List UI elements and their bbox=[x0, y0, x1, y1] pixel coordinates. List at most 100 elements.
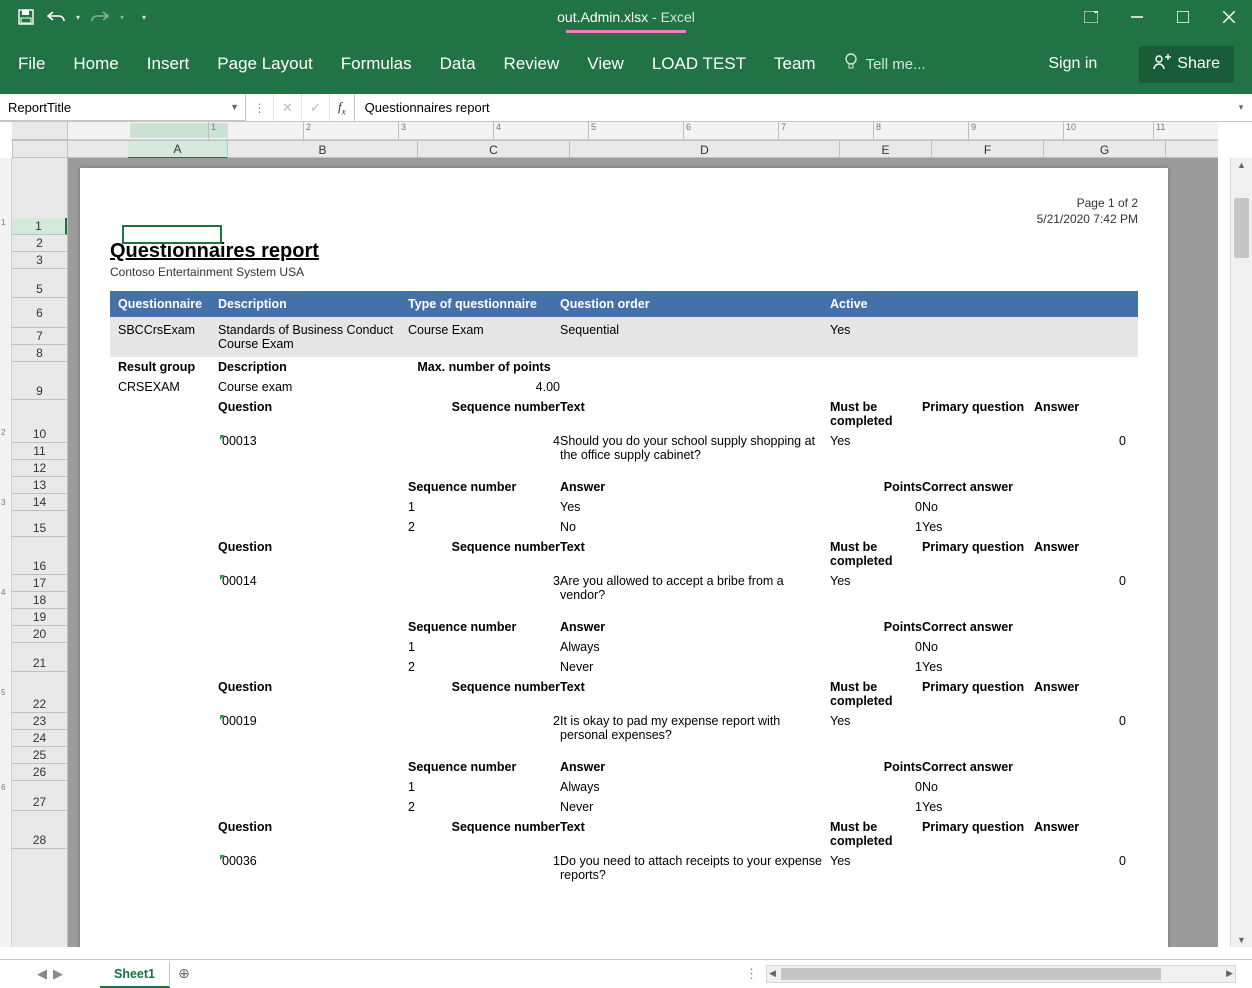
row-header-24[interactable]: 24 bbox=[12, 730, 67, 747]
horizontal-scrollbar[interactable]: ◀ ▶ bbox=[766, 965, 1236, 983]
scroll-down-icon[interactable]: ▼ bbox=[1231, 935, 1252, 945]
row-header-13[interactable]: 13 bbox=[12, 477, 67, 494]
sign-in-link[interactable]: Sign in bbox=[1048, 55, 1097, 73]
add-sheet-icon[interactable]: ⊕ bbox=[170, 965, 198, 982]
fx-icon[interactable]: fx bbox=[330, 99, 354, 117]
row-header-22[interactable]: 22 bbox=[12, 696, 67, 713]
row-header-21[interactable]: 21 bbox=[12, 655, 67, 672]
minimize-icon[interactable] bbox=[1114, 0, 1160, 34]
question-row: 000143Are you allowed to accept a bribe … bbox=[110, 571, 1138, 605]
row-header-15[interactable]: 15 bbox=[12, 520, 67, 537]
enter-formula-icon[interactable]: ✓ bbox=[302, 94, 330, 121]
report-title[interactable]: Questionnaires report bbox=[110, 240, 1138, 263]
tab-data[interactable]: Data bbox=[440, 34, 476, 94]
undo-dropdown-icon[interactable]: ▾ bbox=[76, 13, 80, 22]
redo-dropdown-icon[interactable]: ▾ bbox=[120, 13, 124, 22]
tab-view[interactable]: View bbox=[587, 34, 624, 94]
scroll-left-icon[interactable]: ◀ bbox=[769, 968, 776, 979]
tab-load-test[interactable]: LOAD TEST bbox=[652, 34, 746, 94]
row-header-7[interactable]: 7 bbox=[12, 328, 67, 345]
sheet-tab-1[interactable]: Sheet1 bbox=[100, 960, 170, 988]
row-header-10[interactable]: 10 bbox=[12, 426, 67, 443]
row-header-16[interactable]: 16 bbox=[12, 558, 67, 575]
tab-insert[interactable]: Insert bbox=[147, 34, 190, 94]
row-header-9[interactable]: 9 bbox=[12, 383, 67, 400]
row-header-26[interactable]: 26 bbox=[12, 764, 67, 781]
select-all-corner[interactable] bbox=[12, 140, 68, 158]
col-header-B[interactable]: B bbox=[228, 141, 418, 159]
sheet-area[interactable]: Page 1 of 2 5/21/2020 7:42 PM Questionna… bbox=[68, 158, 1218, 947]
window-controls bbox=[1068, 0, 1252, 34]
tab-nav-arrows[interactable]: ◀ ▶ bbox=[0, 966, 100, 982]
tab-page-layout[interactable]: Page Layout bbox=[217, 34, 312, 94]
ruler-tick: 10 bbox=[1063, 122, 1076, 139]
tab-file[interactable]: File bbox=[18, 34, 45, 94]
maximize-icon[interactable] bbox=[1160, 0, 1206, 34]
ruler-v-tick: 4 bbox=[1, 588, 5, 597]
scrollbar-thumb[interactable] bbox=[1234, 198, 1249, 258]
row-header-14[interactable]: 14 bbox=[12, 494, 67, 511]
page-preview: Page 1 of 2 5/21/2020 7:42 PM Questionna… bbox=[80, 168, 1168, 947]
col-header-D[interactable]: D bbox=[570, 141, 840, 159]
tab-home[interactable]: Home bbox=[73, 34, 118, 94]
question-row: 000192It is okay to pad my expense repor… bbox=[110, 711, 1138, 745]
question-row: 00013 4 Should you do your school supply… bbox=[110, 431, 1138, 465]
share-icon bbox=[1153, 54, 1171, 75]
vertical-ruler[interactable]: 123456 bbox=[0, 158, 12, 947]
row-header-18[interactable]: 18 bbox=[12, 592, 67, 609]
redo-icon[interactable] bbox=[90, 7, 110, 27]
row-header-28[interactable]: 28 bbox=[12, 832, 67, 849]
qat-customize-icon[interactable]: ▾ bbox=[142, 13, 146, 22]
horizontal-ruler[interactable]: 1234567891011 bbox=[68, 122, 1218, 140]
title-accent bbox=[566, 30, 686, 33]
row-header-2[interactable]: 2 bbox=[12, 235, 67, 252]
tab-scroll-split[interactable]: ⋮ bbox=[745, 966, 758, 982]
share-button[interactable]: Share bbox=[1139, 46, 1234, 83]
row-header-11[interactable]: 11 bbox=[12, 443, 67, 460]
cancel-formula-icon[interactable]: ✕ bbox=[274, 94, 302, 121]
tell-me-search[interactable]: Tell me... bbox=[844, 53, 926, 75]
formula-bar-row: ReportTitle ▼ ⋮ ✕ ✓ fx Questionnaires re… bbox=[0, 94, 1252, 122]
result-group-header: Result group Description Max. number of … bbox=[110, 357, 1138, 377]
scroll-right-icon[interactable]: ▶ bbox=[1226, 968, 1233, 979]
hscroll-thumb[interactable] bbox=[781, 968, 1161, 980]
col-header-G[interactable]: G bbox=[1044, 141, 1166, 159]
row-header-17[interactable]: 17 bbox=[12, 575, 67, 592]
page-date: 5/21/2020 7:42 PM bbox=[110, 212, 1138, 226]
row-header-20[interactable]: 20 bbox=[12, 626, 67, 643]
col-header-C[interactable]: C bbox=[418, 141, 570, 159]
tab-prev-icon[interactable]: ◀ bbox=[37, 966, 47, 982]
close-icon[interactable] bbox=[1206, 0, 1252, 34]
row-header-12[interactable]: 12 bbox=[12, 460, 67, 477]
row-header-19[interactable]: 19 bbox=[12, 609, 67, 626]
row-header-5[interactable]: 5 bbox=[12, 281, 67, 298]
col-header-A[interactable]: A bbox=[128, 141, 228, 159]
save-icon[interactable] bbox=[16, 7, 36, 27]
tab-formulas[interactable]: Formulas bbox=[341, 34, 412, 94]
formula-expand-icon[interactable]: ▾ bbox=[1230, 102, 1252, 113]
name-box-dropdown-icon[interactable]: ▼ bbox=[230, 102, 239, 112]
row-header-25[interactable]: 25 bbox=[12, 747, 67, 764]
window-title: out.Admin.xlsx - Excel bbox=[0, 9, 1252, 25]
ribbon-display-options-icon[interactable] bbox=[1068, 0, 1114, 34]
tab-next-icon[interactable]: ▶ bbox=[53, 966, 63, 982]
vertical-scrollbar[interactable]: ▲ ▼ bbox=[1230, 158, 1252, 947]
scroll-up-icon[interactable]: ▲ bbox=[1231, 160, 1252, 170]
col-header-E[interactable]: E bbox=[840, 141, 932, 159]
row-header-1[interactable]: 1 bbox=[12, 218, 67, 235]
row-header-3[interactable]: 3 bbox=[12, 252, 67, 269]
row-header-23[interactable]: 23 bbox=[12, 713, 67, 730]
ruler-v-tick: 2 bbox=[1, 428, 5, 437]
formula-split-icon[interactable]: ⋮ bbox=[246, 94, 274, 121]
row-header-8[interactable]: 8 bbox=[12, 345, 67, 362]
question-row: 000361Do you need to attach receipts to … bbox=[110, 851, 1138, 885]
tab-team[interactable]: Team bbox=[774, 34, 816, 94]
tab-review[interactable]: Review bbox=[504, 34, 560, 94]
name-box[interactable]: ReportTitle ▼ bbox=[0, 94, 246, 121]
undo-icon[interactable] bbox=[46, 7, 66, 27]
cell: Standards of Business Conduct Course Exa… bbox=[218, 323, 408, 351]
row-header-6[interactable]: 6 bbox=[12, 298, 67, 328]
row-header-27[interactable]: 27 bbox=[12, 794, 67, 811]
col-header-F[interactable]: F bbox=[932, 141, 1044, 159]
formula-input[interactable]: Questionnaires report bbox=[354, 94, 1230, 121]
